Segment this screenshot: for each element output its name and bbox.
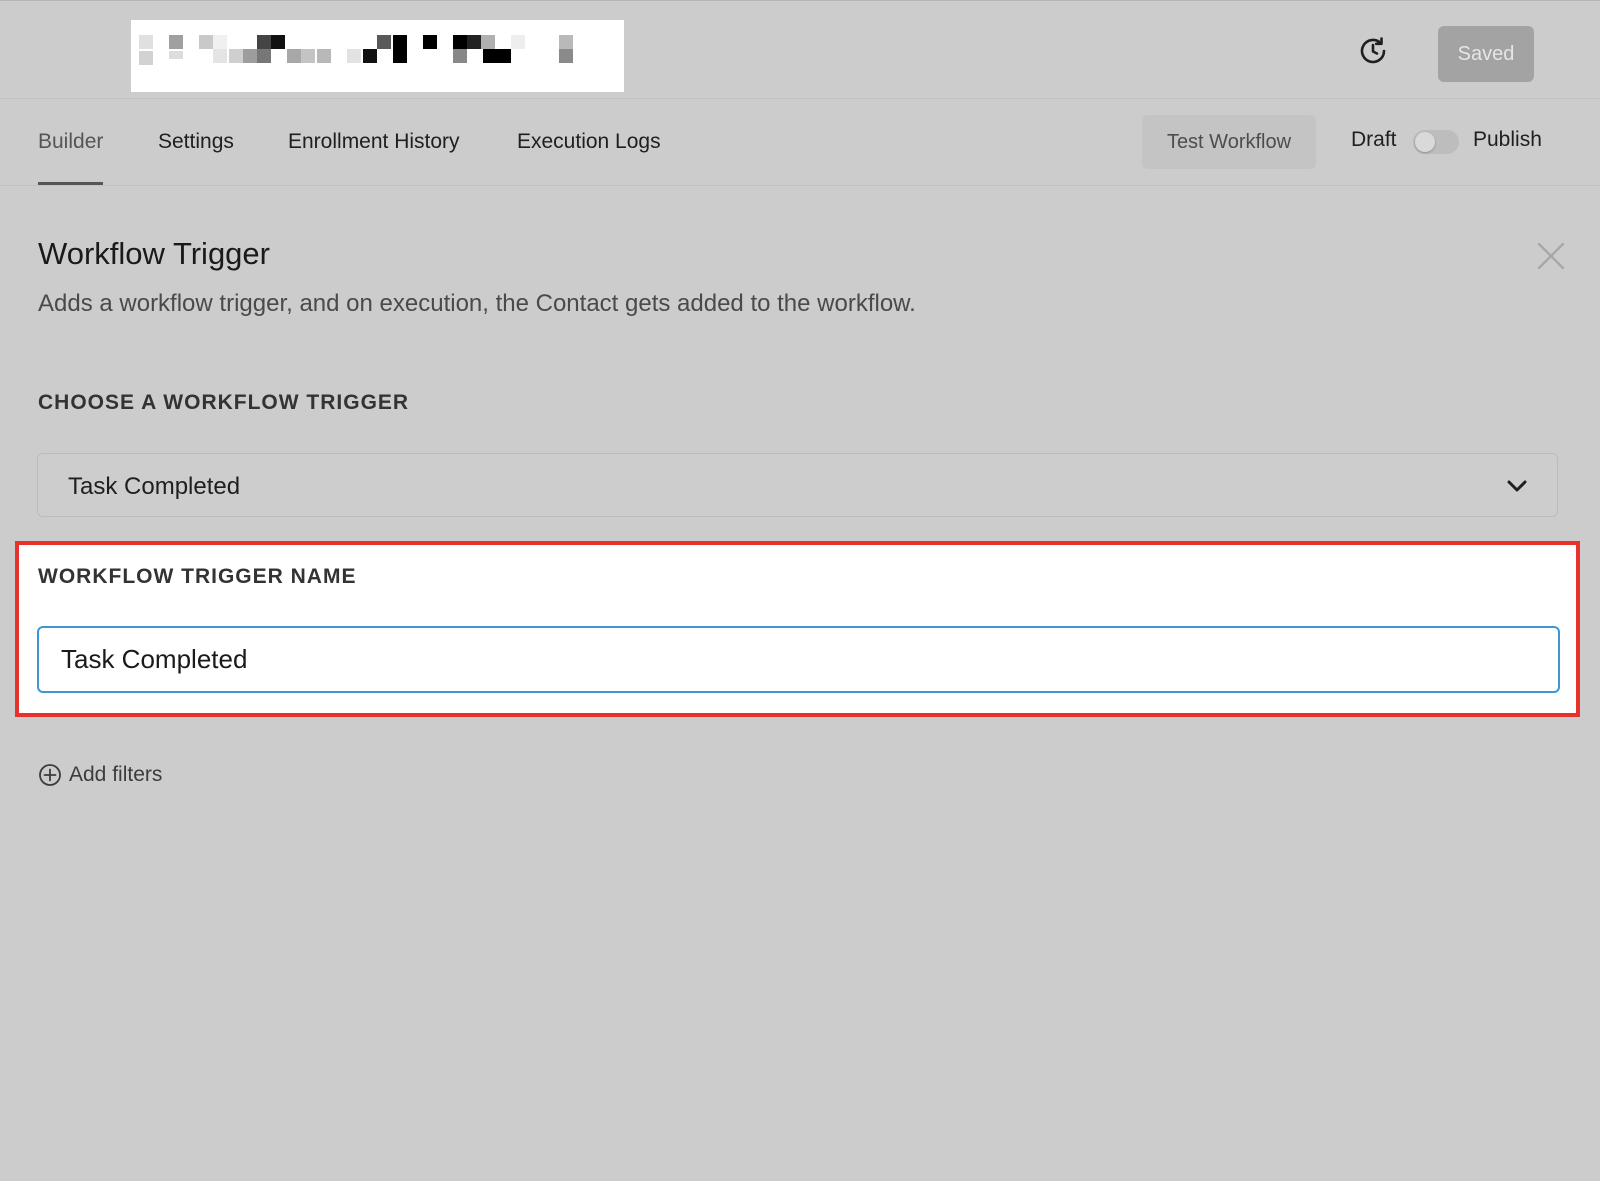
toggle-knob	[1415, 132, 1435, 152]
close-icon	[1537, 242, 1565, 270]
trigger-select[interactable]: Task Completed	[37, 453, 1558, 517]
choose-trigger-label: CHOOSE A WORKFLOW TRIGGER	[38, 391, 410, 414]
tab-execution-logs[interactable]: Execution Logs	[517, 99, 661, 185]
top-bar: Saved	[0, 0, 1600, 99]
history-clock-icon	[1360, 37, 1386, 64]
chevron-down-icon	[1507, 480, 1527, 492]
saved-button[interactable]: Saved	[1438, 26, 1534, 82]
history-button[interactable]	[1355, 33, 1391, 69]
workflow-name-redacted[interactable]	[131, 20, 624, 92]
publish-toggle[interactable]	[1413, 130, 1459, 154]
panel-title: Workflow Trigger	[38, 236, 270, 271]
tab-enrollment-history[interactable]: Enrollment History	[288, 99, 460, 185]
trigger-name-input[interactable]	[37, 626, 1560, 693]
close-button[interactable]	[1535, 240, 1567, 272]
trigger-name-label: WORKFLOW TRIGGER NAME	[38, 565, 357, 588]
panel-description: Adds a workflow trigger, and on executio…	[38, 290, 916, 317]
publish-label: Publish	[1473, 128, 1542, 151]
tab-settings[interactable]: Settings	[158, 99, 234, 185]
test-workflow-button[interactable]: Test Workflow	[1142, 115, 1316, 169]
tabs-row: Builder Settings Enrollment History Exec…	[0, 99, 1600, 186]
draft-label: Draft	[1351, 128, 1397, 151]
tab-builder[interactable]: Builder	[38, 99, 104, 185]
add-filters-label: Add filters	[69, 763, 163, 786]
trigger-select-value: Task Completed	[68, 473, 241, 500]
add-filters-button[interactable]: Add filters	[38, 761, 162, 789]
pixelated-text	[139, 35, 573, 65]
plus-circle-icon	[39, 764, 61, 786]
